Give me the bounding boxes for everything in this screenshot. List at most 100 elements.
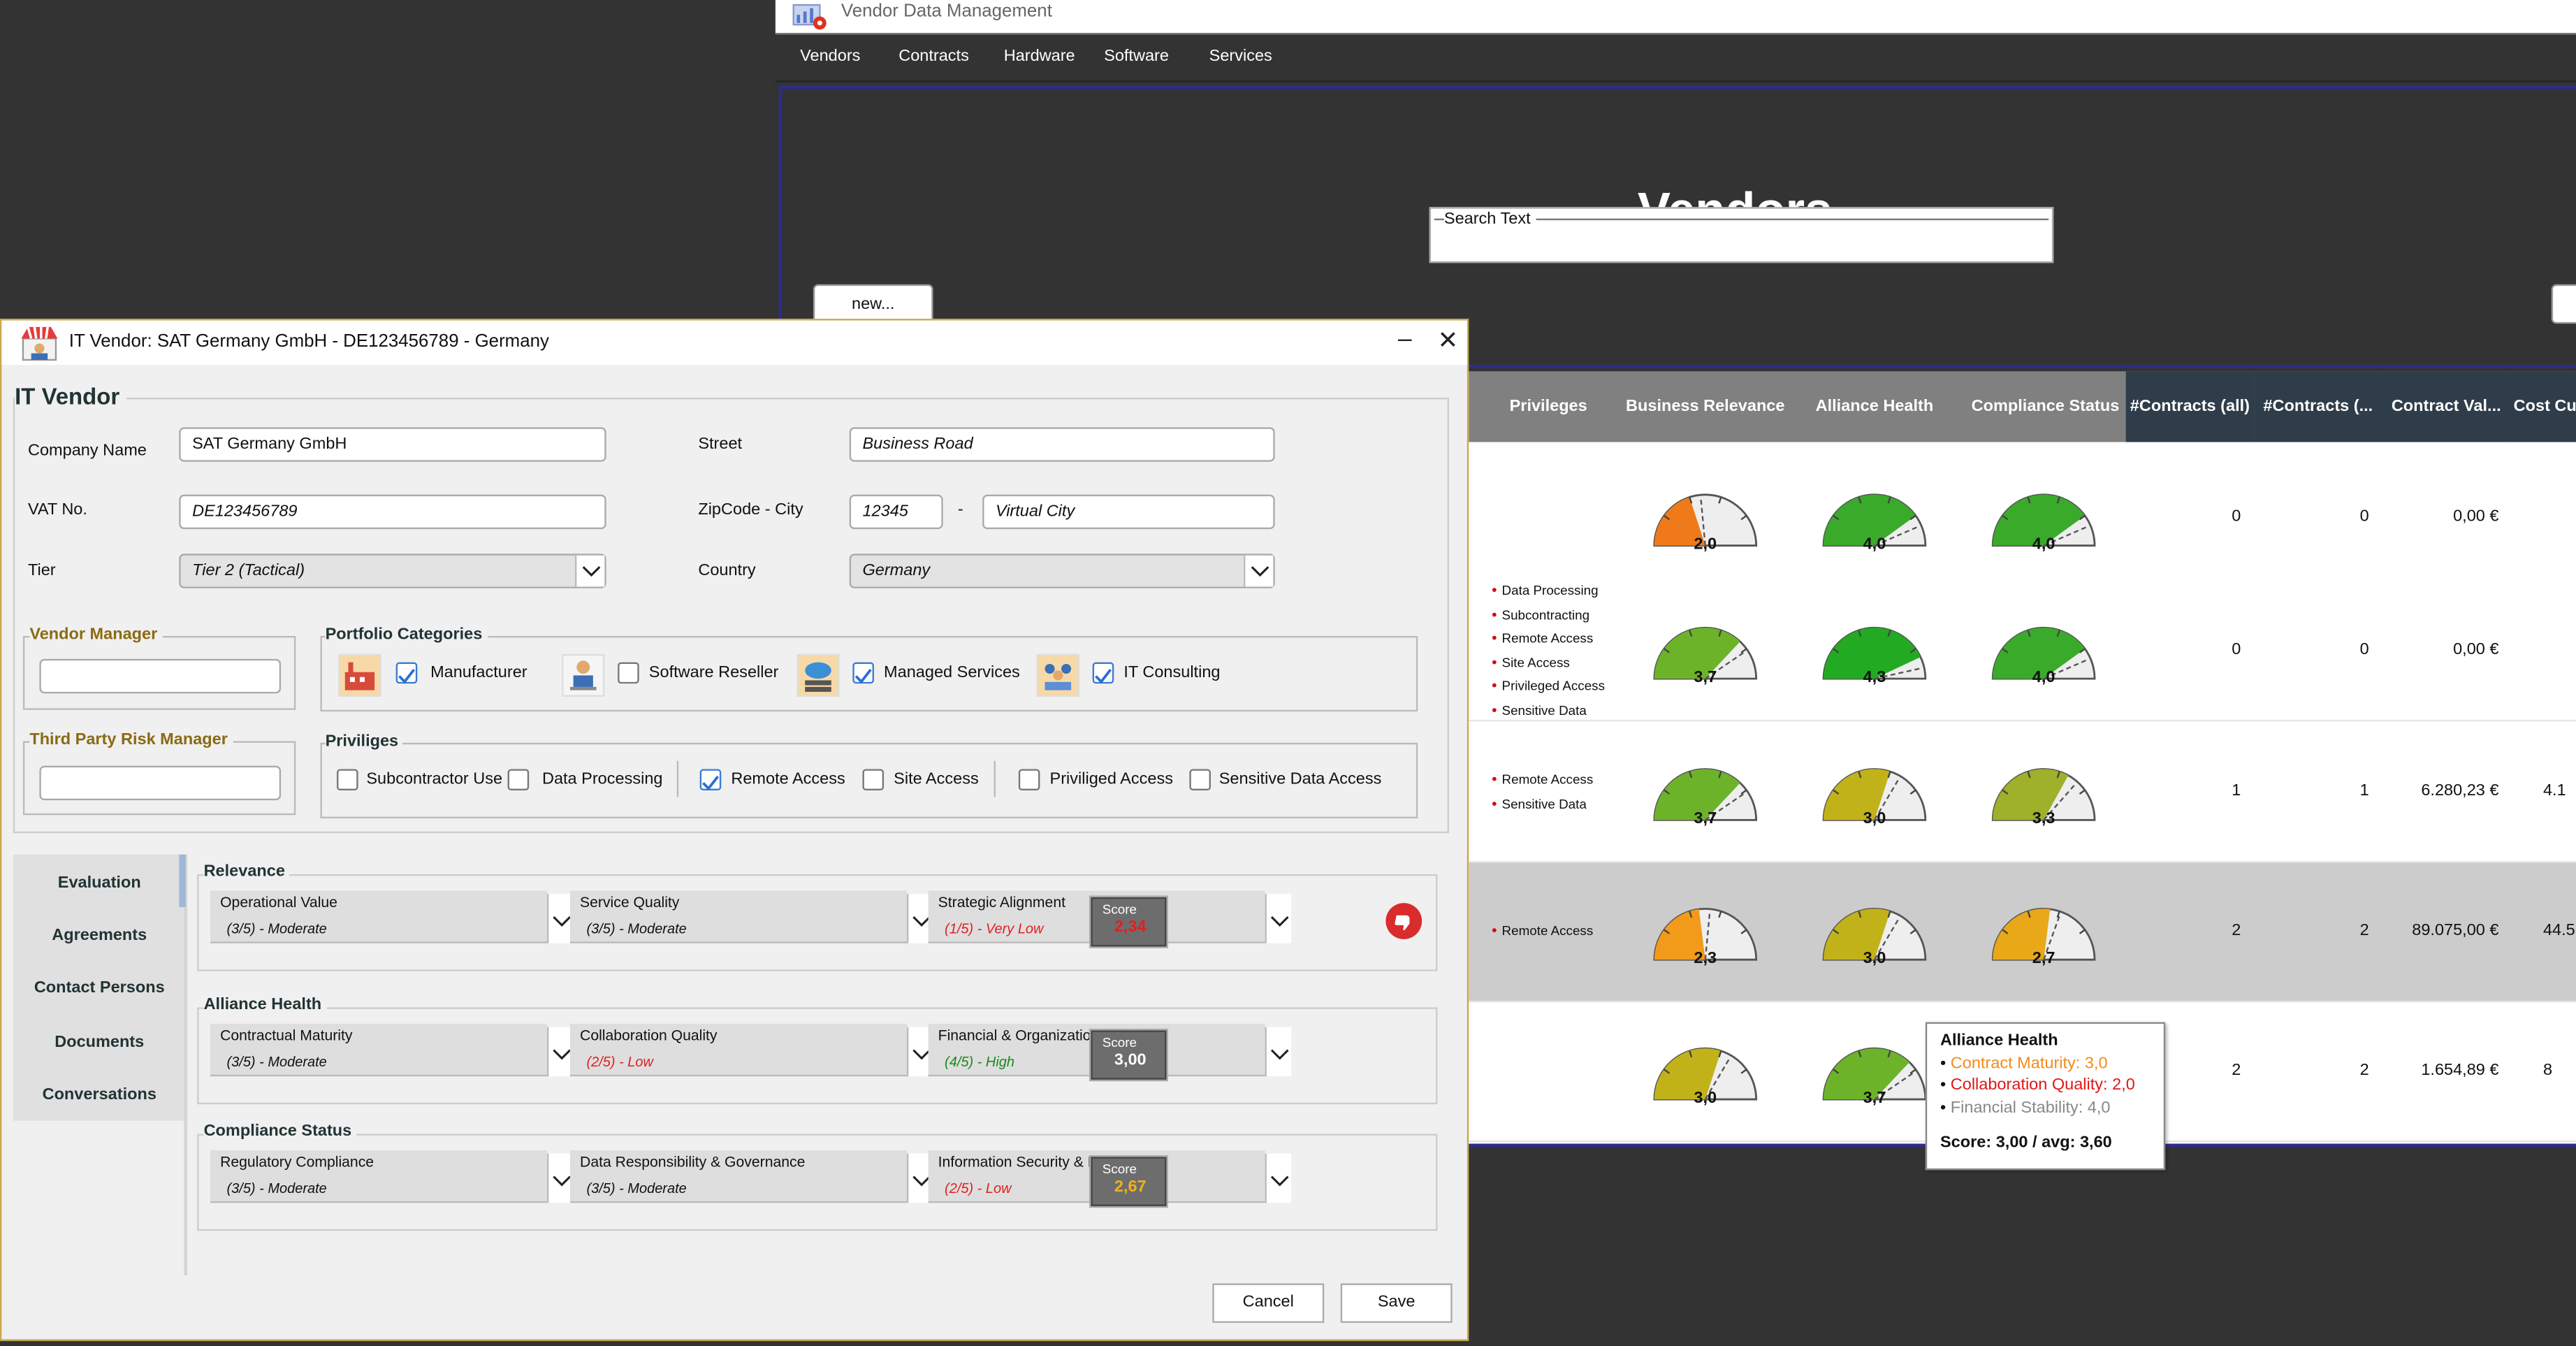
privilege-item: • Subcontracting: [1492, 602, 1589, 628]
score-label: Score: [1102, 902, 1137, 918]
vat-field[interactable]: DE123456789: [179, 494, 606, 530]
zip-city-label: ZipCode - City: [698, 501, 803, 520]
checked-checkbox[interactable]: [395, 662, 418, 684]
gauge-value: 3,0: [1863, 948, 1886, 967]
new-vendor-button[interactable]: new...: [813, 284, 933, 324]
chevron-down-icon[interactable]: [1265, 894, 1292, 943]
checkbox[interactable]: [1018, 769, 1040, 791]
rating-label: Strategic Alignment: [938, 894, 1065, 911]
chevron-down-icon[interactable]: [1265, 1153, 1292, 1203]
score-box: Score 2,67: [1089, 1155, 1168, 1208]
chevron-down-icon[interactable]: [574, 555, 605, 587]
rating-select[interactable]: Collaboration Quality (2/5) - Low: [569, 1023, 933, 1077]
rating-label: Service Quality: [580, 894, 680, 911]
tooltip-item-text: Collaboration Quality: 2,0: [1950, 1076, 2135, 1095]
vendor-manager-field[interactable]: [39, 658, 282, 694]
rating-select[interactable]: Operational Value (3/5) - Moderate: [210, 890, 574, 943]
rating-select[interactable]: Regulatory Compliance (3/5) - Moderate: [210, 1150, 574, 1203]
checkbox[interactable]: [862, 769, 885, 791]
checkbox[interactable]: [337, 769, 358, 791]
tier-value: Tier 2 (Tactical): [192, 562, 305, 581]
cost-cell: 8: [2542, 1062, 2553, 1080]
col-alliance-health[interactable]: Alliance Health: [1791, 371, 1958, 442]
alliance-health-gauge: 3,0: [1822, 907, 1927, 967]
cancel-button[interactable]: Cancel: [1212, 1283, 1325, 1323]
portfolio-label: IT Consulting: [1123, 663, 1221, 682]
table-row[interactable]: 2,0 4,0 4,0 0 0 0,00 €: [1469, 448, 2576, 588]
city-field[interactable]: Virtual City: [982, 494, 1275, 530]
alliance-health-tooltip: Alliance Health • Contract Maturity: 3,0…: [1925, 1022, 2166, 1171]
rating-label: Operational Value: [220, 894, 337, 911]
menu-services[interactable]: Services: [1209, 48, 1272, 66]
bullet-icon: •: [1492, 676, 1497, 694]
tooltip-item: • Collaboration Quality: 2,0: [1940, 1075, 2151, 1097]
col-cost[interactable]: Cost Cu: [2510, 371, 2576, 442]
app-icon: [792, 3, 827, 30]
third-party-risk-field[interactable]: [39, 765, 282, 801]
checkbox[interactable]: [507, 769, 530, 791]
bullet-icon: •: [1492, 581, 1497, 598]
evaluation-group-title: Relevance: [203, 862, 290, 881]
tier-select[interactable]: Tier 2 (Tactical): [179, 553, 606, 588]
tab-evaluation[interactable]: Evaluation: [13, 874, 186, 892]
vendor-manager-label: Vendor Manager: [29, 625, 163, 644]
zip-field[interactable]: 12345: [849, 494, 943, 530]
tab-documents[interactable]: Documents: [13, 1034, 186, 1052]
rating-select[interactable]: Contractual Maturity (3/5) - Moderate: [210, 1023, 574, 1077]
vendor-store-icon: [21, 326, 58, 361]
privilege-label: Site Access: [894, 770, 979, 789]
export-button[interactable]: [2551, 284, 2576, 324]
rating-select[interactable]: Service Quality (3/5) - Moderate: [569, 890, 933, 943]
business-relevance-gauge: 3,7: [1653, 626, 1758, 686]
rating-label: Regulatory Compliance: [220, 1153, 374, 1171]
search-input[interactable]: Search Text: [1429, 207, 2054, 263]
menu-vendors[interactable]: Vendors: [800, 48, 860, 66]
chevron-down-icon[interactable]: [1265, 1027, 1292, 1077]
col-business-relevance[interactable]: Business Relevance: [1622, 371, 1789, 442]
checked-checkbox[interactable]: [852, 662, 874, 684]
checked-checkbox[interactable]: [1092, 662, 1114, 684]
gauge-value: 3,7: [1694, 667, 1717, 686]
score-value: 2,67: [1114, 1178, 1147, 1196]
tab-agreements[interactable]: Agreements: [13, 927, 186, 945]
table-row[interactable]: • Data Processing • Subcontracting • Remote A…: [1469, 581, 2576, 722]
tab-contact-persons[interactable]: Contact Persons: [13, 979, 186, 997]
privilege-label: Remote Access: [731, 770, 845, 789]
tooltip-item: • Contract Maturity: 3,0: [1940, 1052, 2151, 1075]
bullet-icon: •: [1492, 922, 1497, 939]
col-contracts-all[interactable]: #Contracts (all): [2125, 371, 2255, 442]
privilege-label: Sensitive Data: [1501, 702, 1587, 718]
menu-contracts[interactable]: Contracts: [898, 48, 969, 66]
col-contract-value[interactable]: Contract Val...: [2382, 371, 2510, 442]
tab-divider: [184, 854, 188, 1275]
score-box: Score 3,00: [1089, 1028, 1168, 1082]
table-row[interactable]: • Remote Access • Sensitive Data 3,7 3,0 3,3 1 1…: [1469, 723, 2576, 863]
checked-checkbox[interactable]: [699, 769, 722, 791]
table-row[interactable]: • Remote Access 2,3 3,0 2,7 2 2 89.075,00 € 44.5: [1469, 862, 2576, 1003]
minimize-icon[interactable]: –: [1398, 326, 1412, 354]
col-compliance-status[interactable]: Compliance Status: [1960, 371, 2131, 442]
search-label: Search Text: [1443, 210, 1536, 229]
score-value: 2,34: [1114, 918, 1147, 937]
rating-select[interactable]: Data Responsibility & Governance (3/5) - …: [569, 1150, 933, 1203]
chevron-down-icon[interactable]: [1244, 555, 1274, 587]
rating-value: (3/5) - Moderate: [226, 920, 327, 937]
company-name-field[interactable]: SAT Germany GmbH: [179, 427, 606, 462]
gauge-value: 4,0: [1863, 534, 1886, 552]
close-icon[interactable]: ✕: [1437, 326, 1458, 355]
col-privileges[interactable]: Privileges: [1469, 371, 1628, 442]
tab-conversations[interactable]: Conversations: [13, 1086, 186, 1104]
street-field[interactable]: Business Road: [849, 427, 1275, 462]
checkbox[interactable]: [618, 662, 639, 684]
bullet-icon: •: [1492, 653, 1497, 670]
bullet-icon: •: [1940, 1098, 1951, 1117]
separator: [994, 760, 996, 797]
rating-value: (3/5) - Moderate: [586, 920, 687, 937]
col-contracts-active[interactable]: #Contracts (...: [2254, 371, 2382, 442]
gauge-value: 3,0: [1694, 1088, 1717, 1106]
save-button[interactable]: Save: [1340, 1283, 1453, 1323]
country-select[interactable]: Germany: [849, 553, 1275, 588]
menu-hardware[interactable]: Hardware: [1004, 48, 1075, 66]
checkbox[interactable]: [1189, 769, 1211, 791]
menu-software[interactable]: Software: [1104, 48, 1169, 66]
